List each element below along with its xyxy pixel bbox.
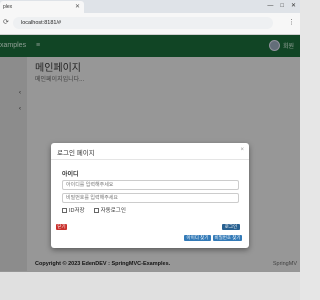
- find-password-button[interactable]: 비밀번호 찾기: [213, 235, 242, 241]
- auto-login-checkbox[interactable]: [93, 207, 99, 213]
- taskbar: [0, 272, 300, 300]
- address-bar-row: ⟳ localhost:8181/# ⋮: [0, 13, 300, 35]
- id-input[interactable]: [62, 180, 239, 190]
- auto-login-label: 자동로그인: [100, 208, 126, 214]
- tab-close-icon[interactable]: ✕: [75, 1, 80, 13]
- find-id-button[interactable]: 아이디 찾기: [184, 235, 211, 241]
- close-button[interactable]: 닫기: [56, 224, 67, 230]
- minimize-icon[interactable]: —: [267, 0, 273, 13]
- maximize-icon[interactable]: □: [280, 0, 284, 13]
- reload-icon[interactable]: ⟳: [3, 17, 9, 29]
- close-icon[interactable]: ×: [240, 147, 244, 153]
- login-modal: 로그인 페이지 × 아이디 ID저장 자동로그인 닫기 로그인 아이디 찾기 비…: [51, 143, 249, 248]
- login-options: ID저장 자동로그인: [62, 206, 126, 214]
- close-window-icon[interactable]: ✕: [291, 0, 296, 13]
- remember-id-label: ID저장: [69, 208, 85, 214]
- browser-tab-bar: plex ✕ — □ ✕: [0, 0, 300, 13]
- modal-header: 로그인 페이지 ×: [51, 143, 249, 160]
- nav-icons: ⟳: [3, 17, 9, 29]
- modal-title: 로그인 페이지: [57, 150, 95, 157]
- tab-title: plex: [3, 4, 13, 10]
- browser-tab[interactable]: plex ✕: [0, 1, 84, 13]
- password-input[interactable]: [62, 193, 239, 203]
- url-field[interactable]: localhost:8181/#: [13, 17, 273, 29]
- window-controls: — □ ✕: [267, 0, 296, 13]
- login-button[interactable]: 로그인: [222, 224, 240, 230]
- remember-id-checkbox[interactable]: [62, 207, 67, 213]
- id-label: 아이디: [62, 172, 79, 178]
- browser-menu-icon[interactable]: ⋮: [288, 17, 295, 29]
